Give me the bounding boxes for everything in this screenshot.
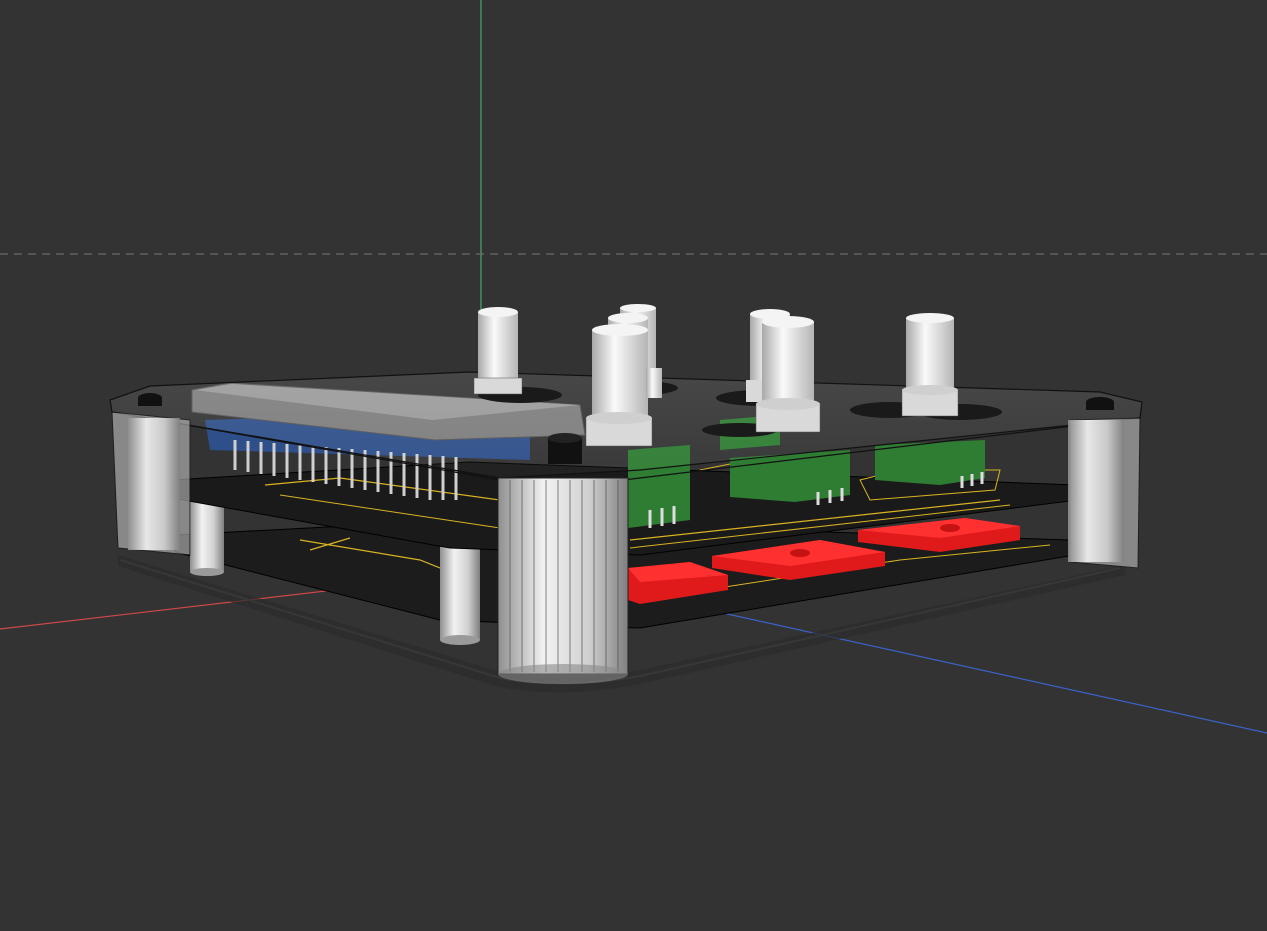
- screw-right: [1086, 397, 1114, 410]
- screw-front: [548, 433, 582, 464]
- knob-6[interactable]: [755, 316, 821, 433]
- case-pillar-left: [111, 411, 191, 556]
- viewport-canvas[interactable]: [0, 0, 1267, 931]
- case-pillar-front: [497, 477, 629, 684]
- 3d-viewport[interactable]: [0, 0, 1267, 931]
- screw-left: [138, 393, 162, 406]
- z-axis-line: [699, 607, 1267, 734]
- knob-8[interactable]: [646, 368, 662, 398]
- knob-7[interactable]: [901, 313, 959, 417]
- standoff-left-1: [190, 500, 224, 576]
- case-pillar-right: [1068, 417, 1141, 569]
- knob-4[interactable]: [585, 324, 653, 447]
- knob-1[interactable]: [473, 307, 523, 395]
